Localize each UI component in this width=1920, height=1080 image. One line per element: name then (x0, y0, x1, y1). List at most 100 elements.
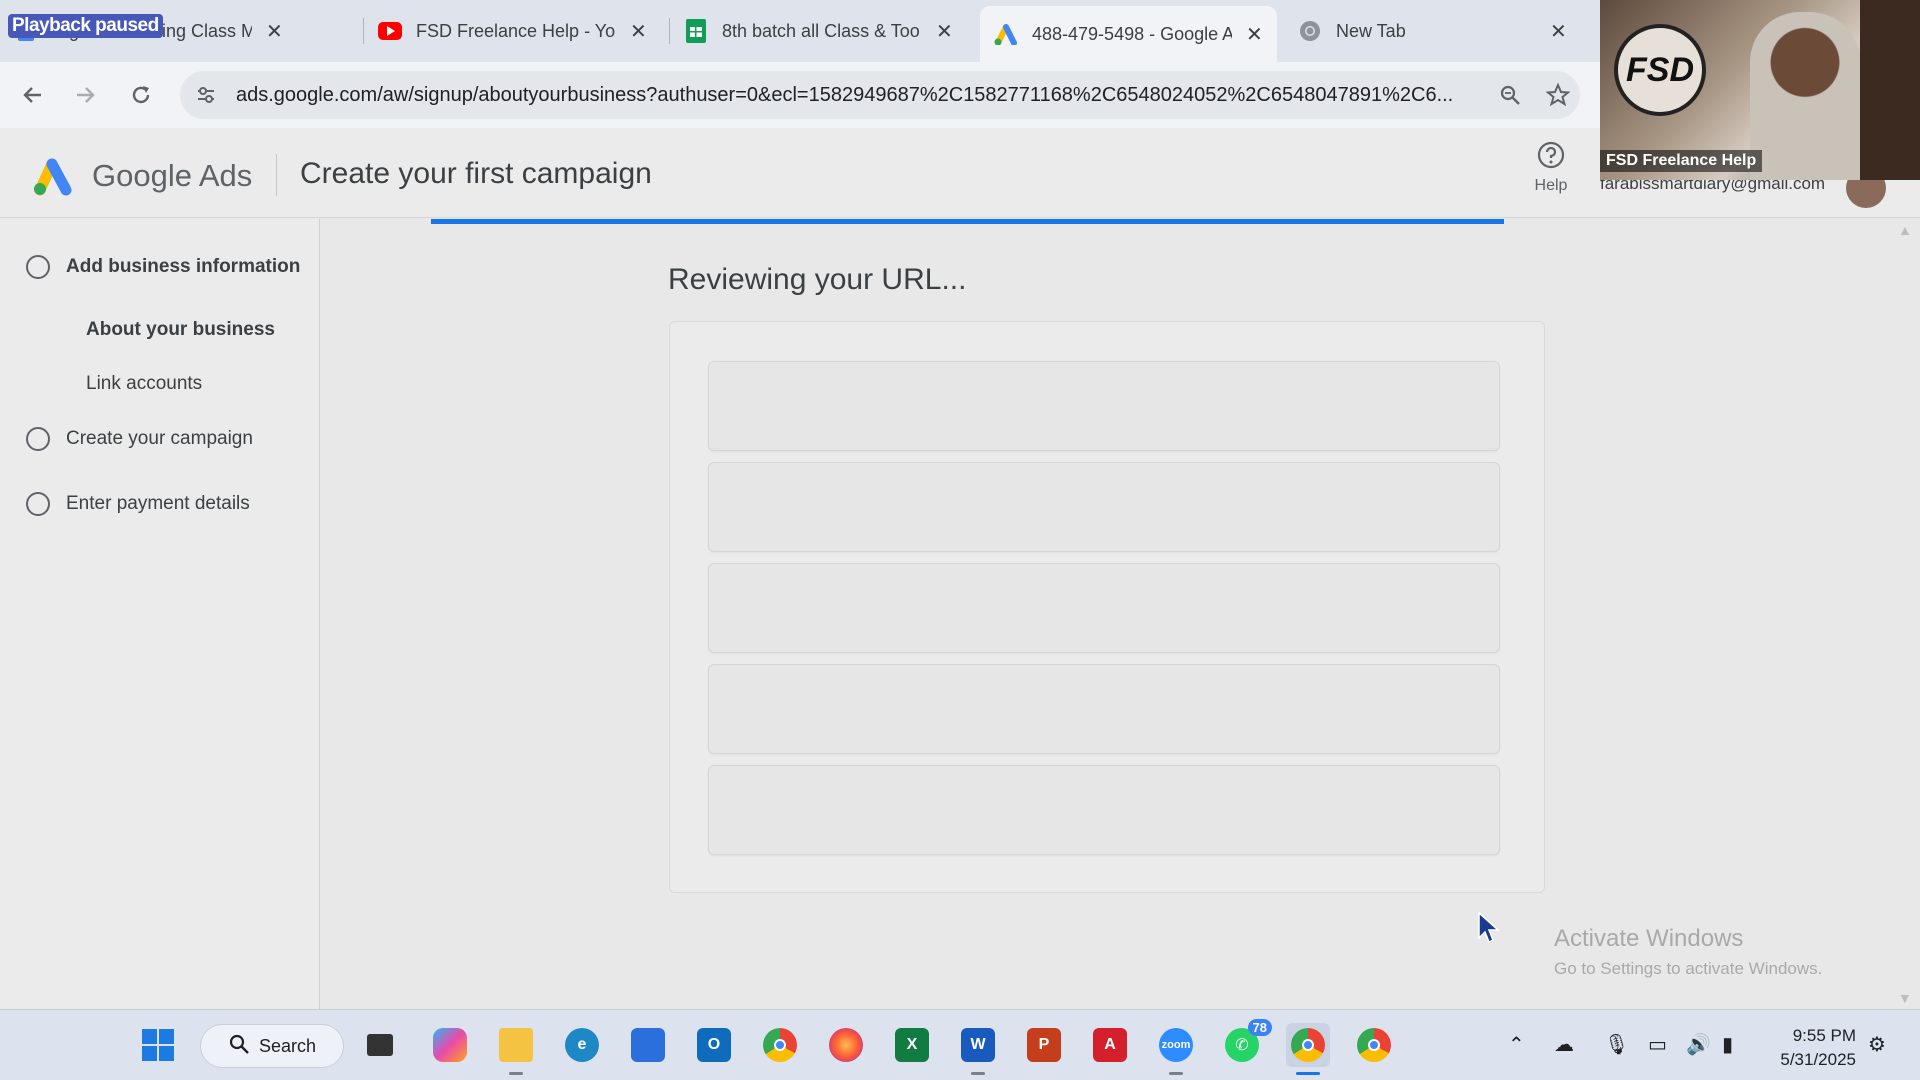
tab-title: 488-479-5498 - Google A (1032, 23, 1232, 44)
step-status-circle-icon (26, 255, 50, 279)
copilot-icon[interactable] (428, 1023, 472, 1067)
zoom-icon[interactable] (1494, 79, 1526, 111)
file-explorer-icon[interactable] (494, 1023, 538, 1075)
review-heading: Reviewing your URL... (668, 263, 967, 296)
search-icon (229, 1034, 249, 1059)
step-label: Create your campaign (66, 428, 253, 449)
tab-google-ads[interactable]: 488-479-5498 - Google A ✕ (980, 6, 1277, 62)
scroll-up-arrow-icon[interactable]: ▲ (1898, 222, 1912, 238)
watermark-line2: Go to Settings to activate Windows. (1554, 959, 1823, 978)
firefox-icon[interactable] (824, 1023, 868, 1067)
loading-progress-bar (431, 219, 1504, 224)
loading-placeholder (708, 765, 1500, 855)
loading-placeholder (708, 462, 1500, 552)
tab-title: FSD Freelance Help - You (416, 20, 616, 41)
running-indicator (509, 1072, 523, 1075)
substep-link-accounts[interactable]: Link accounts (86, 373, 202, 395)
search-label: Search (259, 1035, 317, 1056)
step-add-business-information[interactable]: Add business information (26, 255, 300, 279)
taskbar-search[interactable]: Search (200, 1024, 344, 1068)
step-create-your-campaign[interactable]: Create your campaign (26, 427, 253, 451)
chevron-up-icon[interactable]: ⌃ (1508, 1032, 1525, 1057)
microsoft-store-icon[interactable] (626, 1023, 670, 1067)
tab-fsd-youtube[interactable]: FSD Freelance Help - You ✕ (364, 8, 661, 54)
ads-brand-name: Google Ads (92, 158, 253, 193)
forward-arrow-icon[interactable] (66, 76, 104, 114)
word-icon[interactable]: W (956, 1023, 1000, 1075)
help-button[interactable]: Help (1528, 140, 1574, 195)
outlook-icon[interactable]: O (692, 1023, 736, 1067)
scroll-down-arrow-icon[interactable]: ▼ (1898, 990, 1912, 1006)
close-icon[interactable]: ✕ (1550, 19, 1567, 44)
microphone-icon[interactable]: 🎙 (1604, 1032, 1629, 1057)
fsd-logo: FSD (1614, 24, 1706, 116)
notifications-icon[interactable]: ⚙ (1868, 1032, 1886, 1057)
back-arrow-icon[interactable] (14, 76, 52, 114)
url-text[interactable]: ads.google.com/aw/signup/aboutyourbusine… (236, 84, 1476, 107)
task-view-icon[interactable] (358, 1023, 402, 1067)
mouse-pointer-icon (1478, 911, 1500, 944)
clock-date: 5/31/2025 (1780, 1050, 1856, 1069)
playback-paused-badge: Playback paused (8, 14, 163, 38)
substep-about-your-business[interactable]: About your business (86, 319, 275, 341)
battery-icon[interactable]: ▮ (1722, 1032, 1733, 1057)
help-label: Help (1534, 177, 1568, 194)
loading-placeholder (708, 361, 1500, 451)
edge-icon[interactable]: e (560, 1023, 604, 1067)
sheets-icon (684, 19, 708, 43)
webcam-overlay: FSD FSD Freelance Help (1600, 0, 1920, 180)
tab-new-tab[interactable]: New Tab ✕ (1284, 8, 1581, 54)
close-icon[interactable]: ✕ (630, 19, 647, 44)
excel-icon[interactable]: X (890, 1023, 934, 1067)
browser-toolbar: ads.google.com/aw/signup/aboutyourbusine… (0, 62, 1600, 128)
step-enter-payment-details[interactable]: Enter payment details (26, 492, 250, 516)
close-icon[interactable]: ✕ (266, 19, 283, 44)
clock-time: 9:55 PM (1792, 1026, 1856, 1045)
loading-placeholder (708, 664, 1500, 754)
site-settings-icon[interactable] (190, 79, 222, 111)
help-icon (1536, 141, 1566, 174)
chrome-icon (1298, 19, 1322, 43)
address-bar[interactable]: ads.google.com/aw/signup/aboutyourbusine… (180, 71, 1580, 119)
activate-windows-watermark: Activate Windows Go to Settings to activ… (1554, 925, 1822, 979)
step-label: Add business information (66, 256, 301, 277)
step-status-circle-icon (26, 492, 50, 516)
whatsapp-icon[interactable]: ✆ 78 (1220, 1019, 1272, 1067)
step-status-circle-icon (26, 427, 50, 451)
zoom-app-icon[interactable]: zoom (1154, 1023, 1198, 1075)
system-clock[interactable]: 9:55 PM 5/31/2025 (1770, 1024, 1856, 1072)
onedrive-icon[interactable]: ☁ (1554, 1032, 1574, 1057)
chrome-taskbar-icon[interactable] (758, 1023, 802, 1067)
setup-steps-sidebar: Add business information About your busi… (0, 219, 320, 1009)
network-icon[interactable]: ▭ (1648, 1032, 1667, 1057)
bookmark-star-icon[interactable] (1542, 79, 1574, 111)
volume-icon[interactable]: 🔊 (1686, 1032, 1711, 1057)
header-divider (276, 154, 277, 196)
acrobat-icon[interactable]: A (1088, 1023, 1132, 1067)
chrome-profile2-icon[interactable] (1352, 1023, 1396, 1067)
tab-strip: Digital Marketing Class M ✕ Playback pau… (0, 0, 1600, 62)
reload-icon[interactable] (122, 76, 160, 114)
powerpoint-icon[interactable]: P (1022, 1023, 1066, 1067)
windows-start-icon[interactable] (136, 1023, 180, 1067)
webcam-caption: FSD Freelance Help (1600, 150, 1763, 172)
close-icon[interactable]: ✕ (936, 19, 953, 44)
loading-placeholder (708, 563, 1500, 653)
webcam-background-shelf (1860, 0, 1920, 180)
active-indicator (1296, 1072, 1320, 1075)
notification-badge: 78 (1247, 1019, 1272, 1036)
running-indicator (1169, 1072, 1183, 1075)
close-icon[interactable]: ✕ (1246, 22, 1263, 47)
presenter-video (1750, 12, 1860, 180)
youtube-icon (378, 19, 402, 43)
tab-title: New Tab (1336, 20, 1406, 41)
tab-8th-batch-sheet[interactable]: 8th batch all Class & Too ✕ (670, 8, 967, 54)
running-indicator (971, 1072, 985, 1075)
watermark-line1: Activate Windows (1554, 925, 1744, 952)
chrome-profile-icon[interactable] (1286, 1023, 1330, 1075)
google-ads-icon (994, 22, 1018, 46)
windows-taskbar: Search e O X W P A zoom ✆ 78 ⌃ ☁ 🎙 ▭ 🔊 ▮ … (0, 1009, 1920, 1080)
step-label: Enter payment details (66, 493, 250, 514)
google-ads-logo-icon[interactable] (32, 156, 76, 196)
tab-title: 8th batch all Class & Too (722, 20, 920, 41)
